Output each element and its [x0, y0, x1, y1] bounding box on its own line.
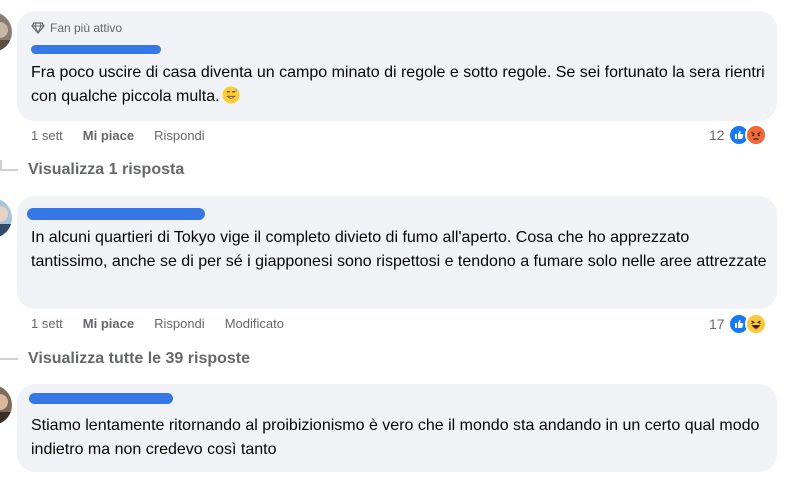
diamond-icon [31, 22, 45, 34]
angry-icon [744, 124, 767, 146]
comment-bubble: Stiamo lentamente ritornando al proibizi… [17, 384, 777, 472]
comment-bubble: In alcuni quartieri di Tokyo vige il com… [17, 196, 777, 309]
view-replies-label: Visualizza tutte le 39 risposte [28, 350, 251, 367]
view-replies-label: Visualizza 1 risposta [28, 161, 185, 178]
reply-connector [0, 169, 18, 171]
reply-button[interactable]: Rispondi [154, 316, 205, 331]
reaction-summary[interactable]: 12 [709, 124, 767, 146]
view-replies-link[interactable]: Visualizza tutte le 39 risposte [0, 350, 250, 368]
edited-label: Modificato [224, 316, 284, 331]
like-button[interactable]: Mi piace [83, 128, 134, 143]
avatar[interactable] [0, 385, 12, 425]
haha-icon [744, 313, 767, 335]
comment-time[interactable]: 1 sett [31, 128, 63, 143]
reply-button[interactable]: Rispondi [154, 128, 205, 143]
comment-text: Stiamo lentamente ritornando al proibizi… [31, 417, 760, 458]
avatar[interactable] [0, 198, 12, 238]
badge-label: Fan più attivo [50, 21, 123, 35]
like-button[interactable]: Mi piace [83, 316, 134, 331]
comment-text: In alcuni quartieri di Tokyo vige il com… [31, 229, 767, 270]
avatar[interactable] [0, 12, 12, 52]
reaction-count: 12 [709, 127, 725, 143]
grinning-sweat-emoji-icon [222, 86, 240, 104]
redacted-author-name[interactable] [27, 208, 205, 220]
comment-bubble: Fan più attivo Fra poco uscire di casa d… [17, 11, 777, 121]
redacted-author-name[interactable] [31, 45, 161, 54]
comment-actions: 1 sett Mi piace Rispondi Modificato [31, 316, 304, 331]
comments-section: Fan più attivo Fra poco uscire di casa d… [0, 0, 811, 477]
comment-time[interactable]: 1 sett [31, 316, 63, 331]
view-replies-link[interactable]: Visualizza 1 risposta [0, 161, 184, 179]
redacted-author-name[interactable] [29, 393, 173, 404]
reaction-count: 17 [709, 316, 725, 332]
reply-connector [0, 358, 18, 360]
comment-actions: 1 sett Mi piace Rispondi [31, 128, 225, 143]
reaction-summary[interactable]: 17 [709, 313, 767, 335]
comment-text: Fra poco uscire di casa diventa un campo… [31, 64, 765, 105]
top-fan-badge: Fan più attivo [31, 21, 122, 35]
